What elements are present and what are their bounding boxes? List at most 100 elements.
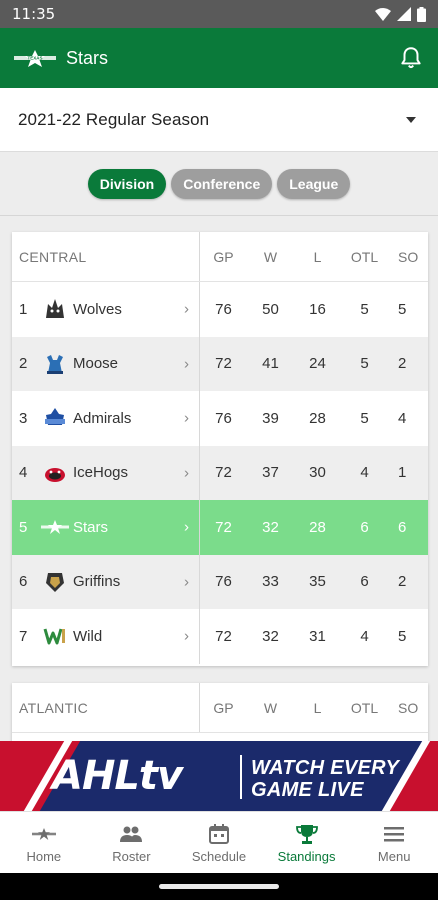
chevron-right-icon: ›: [184, 627, 189, 645]
status-icons: [375, 6, 426, 22]
ad-divider: [240, 755, 242, 799]
stars-logo-icon: [41, 513, 69, 541]
stat-w: 41: [262, 355, 279, 373]
home-gesture-handle[interactable]: [159, 884, 279, 889]
app-title: Stars: [66, 47, 109, 68]
col-so: SO: [398, 248, 419, 265]
trophy-icon: [295, 822, 319, 846]
stat-l: 35: [309, 573, 326, 591]
signal-icon: [397, 7, 411, 21]
nav-label: Home: [26, 848, 62, 864]
chevron-right-icon: ›: [184, 300, 189, 318]
col-l: L: [313, 699, 322, 716]
season-selected-label: 2021-22 Regular Season: [18, 109, 210, 129]
stat-w: 50: [262, 300, 279, 318]
stat-gp: 76: [215, 409, 232, 427]
col-otl: OTL: [350, 699, 379, 716]
system-nav-bar: [0, 873, 438, 900]
table-row[interactable]: 1 Wolves › 76 50 16 5 5: [12, 282, 428, 337]
division-name: ATLANTIC: [12, 683, 200, 732]
stat-gp: 76: [215, 573, 232, 591]
team-name: IceHogs: [73, 464, 129, 482]
stat-l: 30: [309, 464, 326, 482]
team-cell: 5 Stars ›: [12, 500, 200, 555]
stat-w: 32: [262, 518, 279, 536]
team-rank: 4: [19, 464, 28, 482]
standings-scope-toggle: Division Conference League: [0, 152, 438, 216]
table-row[interactable]: 3 Admirals › 76 39 28 5 4: [12, 391, 428, 446]
team-rank: 1: [19, 300, 28, 318]
table-row-highlighted[interactable]: 5 Stars › 72 32 28 6 6: [12, 500, 428, 555]
stat-w: 32: [262, 627, 279, 645]
team-cell: 6 Griffins ›: [12, 554, 200, 609]
stat-so: 4: [398, 409, 407, 427]
table-row[interactable]: 7 Wild › 72 32 31 4 5: [12, 609, 428, 664]
stat-l: 28: [309, 518, 326, 536]
table-header: ATLANTIC GP W L OTL SO: [12, 683, 428, 733]
season-dropdown[interactable]: 2021-22 Regular Season: [0, 88, 438, 152]
team-cell: 2 Moose ›: [12, 336, 200, 391]
segment-conference[interactable]: Conference: [171, 168, 273, 199]
col-w: W: [263, 699, 278, 716]
stat-gp: 76: [215, 300, 232, 318]
stat-gp: 72: [215, 355, 232, 373]
stat-w: 37: [262, 464, 279, 482]
stat-l: 31: [309, 627, 326, 645]
team-rank: 7: [19, 627, 28, 645]
stat-otl: 6: [360, 518, 369, 536]
stat-otl: 6: [360, 573, 369, 591]
calendar-icon: [207, 822, 231, 846]
segment-league[interactable]: League: [277, 168, 351, 199]
notifications-bell-icon[interactable]: [398, 45, 424, 71]
col-otl: OTL: [350, 248, 379, 265]
col-l: L: [313, 248, 322, 265]
table-row[interactable]: 6 Griffins › 76 33 35 6 2: [12, 554, 428, 609]
team-rank: 3: [19, 409, 28, 427]
chevron-right-icon: ›: [184, 355, 189, 373]
wild-logo-icon: [41, 622, 69, 650]
stat-so: 6: [398, 518, 407, 536]
wifi-icon: [375, 7, 391, 21]
chevron-right-icon: ›: [184, 518, 189, 536]
segment-division[interactable]: Division: [87, 168, 167, 199]
griffins-logo-icon: [41, 568, 69, 596]
col-gp: GP: [213, 699, 234, 716]
team-rank: 6: [19, 573, 28, 591]
team-cell: 7 Wild ›: [12, 609, 200, 664]
dropdown-caret-icon: [406, 116, 416, 123]
stat-gp: 72: [215, 627, 232, 645]
nav-home[interactable]: Home: [0, 812, 88, 873]
stat-gp: 72: [215, 518, 232, 536]
moose-logo-icon: [41, 350, 69, 378]
nav-menu[interactable]: Menu: [350, 812, 438, 873]
table-row[interactable]: 4 IceHogs › 72 37 30 4 1: [12, 445, 428, 500]
icehogs-logo-icon: [41, 459, 69, 487]
stat-l: 16: [309, 300, 326, 318]
ad-tagline-2: GAME LIVE: [251, 779, 364, 801]
nav-standings[interactable]: Standings: [263, 812, 351, 873]
admirals-logo-icon: [41, 404, 69, 432]
team-name: Wolves: [73, 300, 122, 318]
team-name: Stars: [73, 518, 109, 536]
bottom-navigation: Home Roster Schedule Standings Menu: [0, 811, 438, 873]
ad-brand: AHLtv: [52, 753, 183, 799]
ahltv-ad-banner[interactable]: AHLtv WATCH EVERY GAME LIVE: [0, 741, 438, 811]
table-row[interactable]: 2 Moose › 72 41 24 5 2: [12, 336, 428, 391]
stars-logo-icon: [31, 822, 56, 846]
hamburger-icon: [382, 822, 406, 846]
nav-roster[interactable]: Roster: [88, 812, 176, 873]
stat-w: 39: [262, 409, 279, 427]
team-rank: 5: [19, 518, 28, 536]
nav-label: Menu: [377, 848, 411, 864]
nav-schedule[interactable]: Schedule: [175, 812, 263, 873]
battery-icon: [417, 6, 426, 22]
stat-so: 2: [398, 573, 407, 591]
svg-text:TEXAS: TEXAS: [27, 56, 42, 61]
status-bar: 11:35: [0, 0, 438, 28]
nav-label: Schedule: [191, 848, 247, 864]
team-name: Griffins: [73, 573, 121, 591]
ad-tagline-1: WATCH EVERY: [251, 757, 400, 779]
team-name: Admirals: [73, 409, 132, 427]
stat-w: 33: [262, 573, 279, 591]
table-header: CENTRAL GP W L OTL SO: [12, 232, 428, 282]
